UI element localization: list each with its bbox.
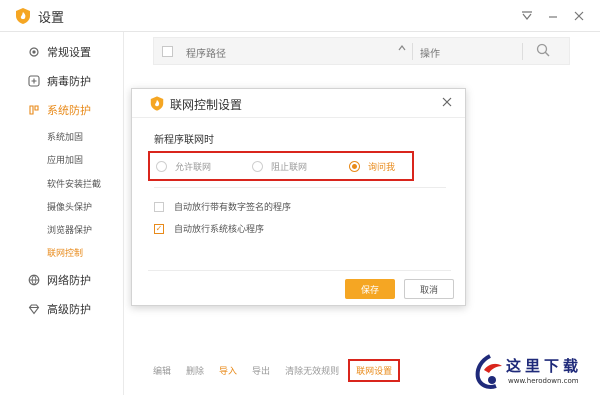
checkbox-label: 自动放行系统核心程序 (174, 225, 265, 235)
watermark-url: www.herodown.com (508, 377, 579, 385)
radio-ask-me[interactable]: 询问我 (349, 160, 395, 173)
diamond-icon (28, 303, 40, 315)
checkbox-allow-signed[interactable]: 自动放行带有数字签名的程序 (154, 200, 291, 213)
radio-circle (252, 161, 263, 172)
checkbox-label: 自动放行带有数字签名的程序 (174, 203, 292, 213)
sidebar-item-label: 网络防护 (47, 274, 91, 287)
watermark-logo-icon (475, 354, 502, 389)
dialog-header: 联网控制设置 (132, 89, 465, 118)
minimize-icon[interactable] (543, 6, 563, 26)
checkbox-box (154, 201, 164, 212)
shield-icon (28, 104, 40, 116)
sidebar-item-label: 系统防护 (47, 104, 91, 117)
app-logo-icon (16, 8, 30, 24)
checkbox-allow-system-core[interactable]: ✓ 自动放行系统核心程序 (154, 222, 264, 235)
radio-label: 阻止联网 (271, 163, 308, 173)
import-button[interactable]: 导入 (219, 364, 237, 377)
network-control-dialog: 联网控制设置 新程序联网时 允许联网 阻止联网 询问我 自动放行带有数字签名的程… (131, 88, 466, 306)
plus-box-icon (28, 75, 40, 87)
gear-icon (28, 46, 40, 58)
search-icon[interactable] (535, 42, 553, 60)
sidebar-item-network[interactable]: 网络防护 (28, 268, 91, 292)
sidebar-item-system[interactable]: 系统防护 (28, 98, 91, 122)
checkmark-icon: ✓ (154, 223, 164, 234)
divider (148, 270, 451, 271)
window-title: 设置 (38, 11, 65, 26)
dialog-title: 联网控制设置 (170, 98, 243, 112)
column-divider (522, 43, 523, 60)
column-divider (412, 43, 413, 60)
radio-group-highlight: 允许联网 阻止联网 询问我 (148, 151, 414, 181)
edit-button[interactable]: 编辑 (153, 364, 171, 377)
rules-table-header: 程序路径 操作 (153, 37, 570, 65)
sidebar-item-label: 高级防护 (47, 303, 91, 316)
radio-allow-network[interactable]: 允许联网 (156, 160, 211, 173)
radio-label: 询问我 (368, 163, 396, 173)
column-header-operation: 操作 (420, 49, 440, 60)
menu-dropdown-icon[interactable] (517, 6, 537, 26)
divider (154, 187, 446, 188)
sidebar-item-label: 常规设置 (47, 46, 91, 59)
save-button[interactable]: 保存 (345, 279, 395, 299)
bottom-action-bar: 编辑 删除 导入 导出 清除无效规则 联网设置 (153, 358, 413, 382)
chevron-up-icon[interactable] (397, 43, 407, 56)
export-button[interactable]: 导出 (252, 364, 270, 377)
radio-circle (349, 161, 360, 172)
clear-invalid-rules-button[interactable]: 清除无效规则 (285, 364, 339, 377)
sidebar-subitem-network-control[interactable]: 联网控制 (47, 242, 83, 262)
sidebar-item-virus[interactable]: 病毒防护 (28, 69, 91, 93)
new-program-section-label: 新程序联网时 (154, 135, 214, 146)
sidebar-subitem-app-hardening[interactable]: 应用加固 (47, 149, 83, 169)
radio-circle (156, 161, 167, 172)
column-header-path[interactable]: 程序路径 (186, 45, 226, 60)
network-settings-button[interactable]: 联网设置 (348, 358, 401, 382)
cancel-button[interactable]: 取消 (404, 279, 454, 299)
close-icon[interactable] (569, 6, 589, 26)
close-icon[interactable] (439, 94, 455, 110)
sidebar-item-label: 病毒防护 (47, 75, 91, 88)
sidebar-item-general[interactable]: 常规设置 (28, 40, 91, 64)
sidebar-subitem-browser[interactable]: 浏览器保护 (47, 219, 92, 239)
watermark: 这里下载 www.herodown.com (466, 350, 600, 395)
watermark-text: 这里下载 (506, 357, 583, 375)
app-logo-icon (150, 96, 164, 111)
sidebar: 常规设置 病毒防护 系统防护 系统加固 应用加固 软件安装拦截 摄像头保护 浏览… (0, 32, 124, 395)
radio-label: 允许联网 (175, 163, 212, 173)
radio-block-network[interactable]: 阻止联网 (252, 160, 307, 173)
globe-icon (28, 274, 40, 286)
sidebar-subitem-system-hardening[interactable]: 系统加固 (47, 126, 83, 146)
delete-button[interactable]: 删除 (186, 364, 204, 377)
sidebar-subitem-camera[interactable]: 摄像头保护 (47, 196, 92, 216)
select-all-checkbox[interactable] (162, 46, 173, 57)
title-bar: 设置 (0, 0, 600, 32)
sidebar-subitem-install-block[interactable]: 软件安装拦截 (47, 173, 101, 193)
sidebar-item-advanced[interactable]: 高级防护 (28, 297, 91, 321)
